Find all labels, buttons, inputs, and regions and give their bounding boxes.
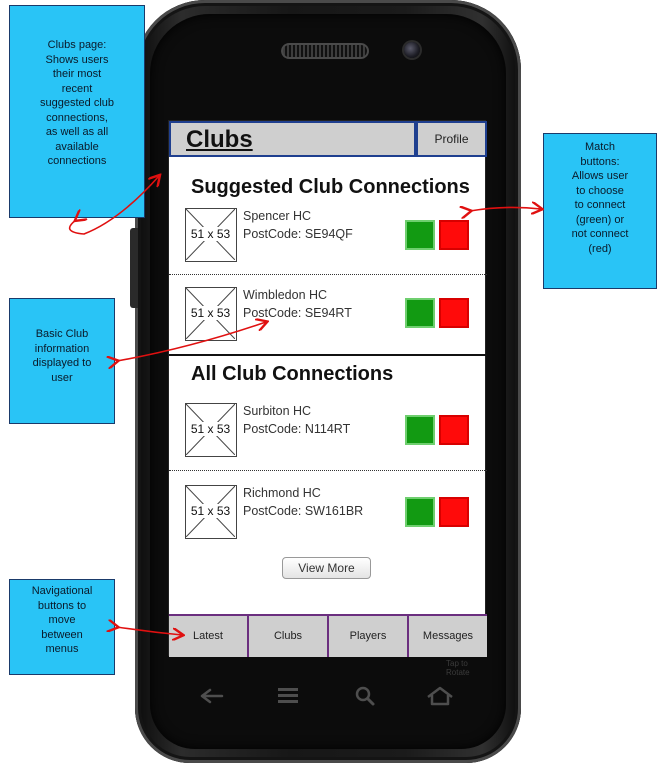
arrow-basic-info [117, 322, 266, 361]
arrow-match-buttons [470, 207, 541, 211]
arrow-clubs-page [68, 176, 159, 235]
arrow-navigation [117, 627, 182, 635]
annotation-arrows [68, 0, 667, 763]
